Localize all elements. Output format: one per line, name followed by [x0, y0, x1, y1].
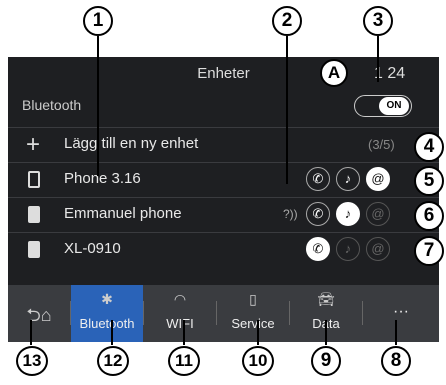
- marker-a: A: [320, 59, 348, 87]
- callout-8: 8: [381, 346, 411, 376]
- music-profile-icon[interactable]: ♪: [336, 167, 360, 191]
- device-name: XL-0910: [64, 240, 121, 257]
- device-row[interactable]: Emmanuel phone ?)) ✆ ♪ @: [8, 197, 439, 232]
- phone-profile-icon[interactable]: ✆: [306, 202, 330, 226]
- tab-bluetooth[interactable]: ✱ Bluetooth: [71, 285, 143, 342]
- tab-back[interactable]: ⮌⌂: [8, 285, 70, 342]
- bluetooth-toggle[interactable]: ON: [354, 95, 412, 117]
- tab-more[interactable]: ···: [363, 285, 439, 342]
- connected-signal-icon: ?)): [283, 207, 298, 221]
- more-icon: ···: [393, 303, 409, 320]
- callout-10: 10: [242, 346, 274, 376]
- callout-2: 2: [272, 6, 302, 36]
- phone-icon: [28, 241, 42, 259]
- callout-5: 5: [414, 166, 444, 196]
- data-profile-icon[interactable]: @: [366, 237, 390, 261]
- tab-label: WIFI: [166, 316, 194, 331]
- bottom-tab-bar: ⮌⌂ ✱ Bluetooth ◠ WIFI ▯ Service 🚘︎ Data …: [8, 285, 439, 342]
- tab-wifi[interactable]: ◠ WIFI: [144, 285, 216, 342]
- data-profile-icon[interactable]: @: [366, 202, 390, 226]
- bluetooth-icon: ✱: [101, 291, 113, 307]
- callout-6: 6: [414, 201, 444, 231]
- tab-label: Bluetooth: [79, 316, 135, 331]
- callout-7: 7: [414, 236, 444, 266]
- back-home-icon: ⮌⌂: [26, 305, 52, 325]
- callout-3: 3: [363, 6, 393, 36]
- data-profile-icon[interactable]: @: [366, 167, 390, 191]
- device-count: (3/5): [368, 137, 395, 152]
- music-profile-icon[interactable]: ♪: [336, 202, 360, 226]
- wifi-icon: ◠: [173, 291, 187, 307]
- music-profile-icon[interactable]: ♪: [336, 237, 360, 261]
- callout-1: 1: [83, 6, 113, 36]
- toggle-knob: ON: [379, 97, 409, 115]
- plus-icon: +: [26, 131, 41, 158]
- callout-11: 11: [168, 346, 200, 376]
- service-icon: ▯: [249, 291, 257, 307]
- device-name: Phone 3.16: [64, 170, 141, 187]
- add-device-label: Lägg till en ny enhet: [64, 135, 199, 152]
- device-row[interactable]: Phone 3.16 ✆ ♪ @: [8, 162, 439, 197]
- device-name: Emmanuel phone: [64, 205, 182, 222]
- callout-12: 12: [97, 346, 129, 376]
- callout-9: 9: [311, 346, 341, 376]
- phone-profile-icon[interactable]: ✆: [306, 167, 330, 191]
- tab-label: Service: [231, 316, 275, 331]
- tab-service[interactable]: ▯ Service: [217, 285, 289, 342]
- callout-13: 13: [16, 346, 48, 376]
- car-data-icon: 🚘︎: [317, 291, 335, 307]
- infotainment-screen: Enheter A 1 24 Bluetooth ON + Lägg till …: [8, 57, 439, 342]
- bluetooth-label: Bluetooth: [22, 97, 82, 113]
- phone-icon: [28, 206, 42, 224]
- callout-4: 4: [414, 132, 444, 162]
- phone-icon: [28, 171, 42, 189]
- add-device-row[interactable]: + Lägg till en ny enhet (3/5): [8, 127, 439, 162]
- phone-profile-icon[interactable]: ✆: [306, 237, 330, 261]
- device-row[interactable]: XL-0910 ✆ ♪ @: [8, 232, 439, 267]
